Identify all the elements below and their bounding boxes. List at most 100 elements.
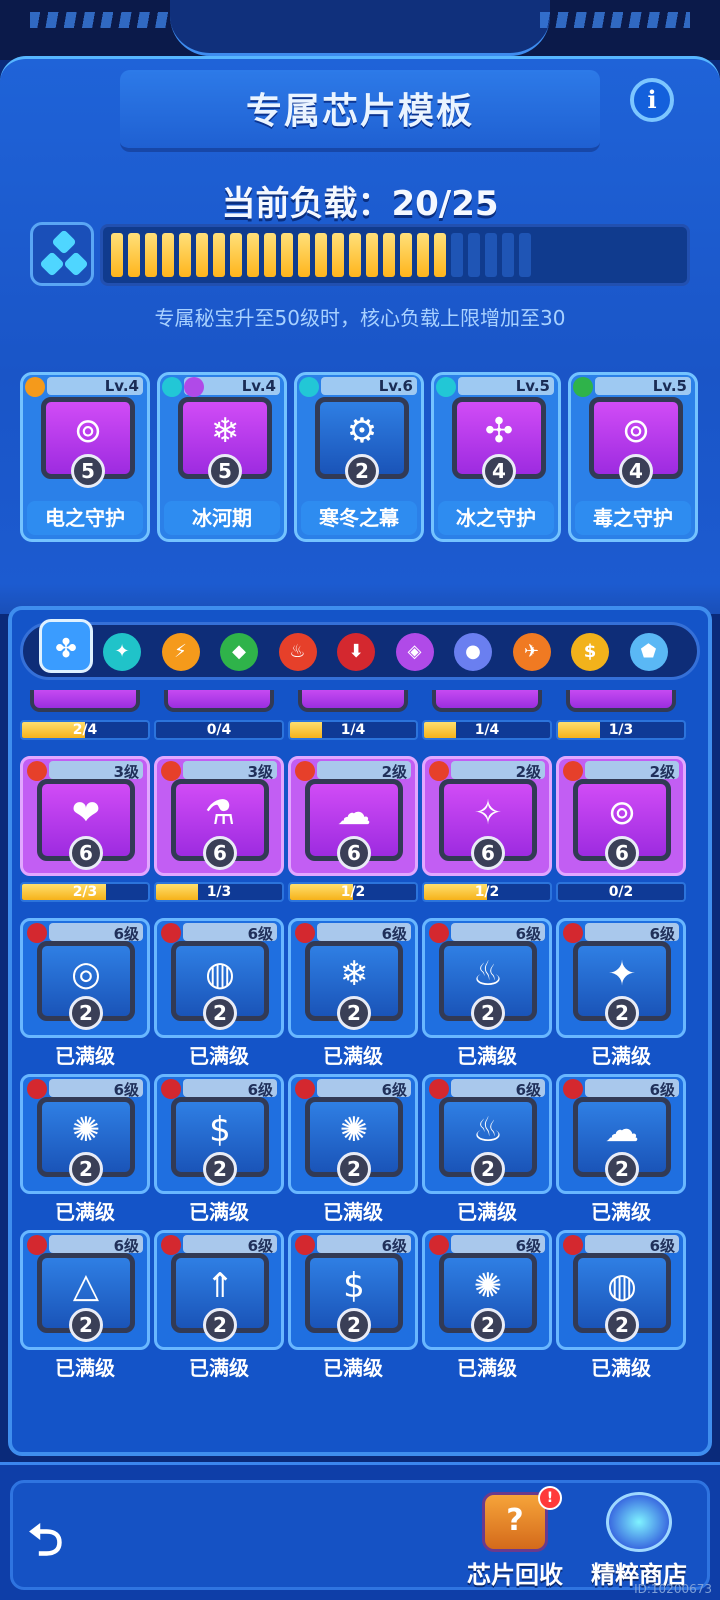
- equipped-chip-card[interactable]: Lv.5 ✣ 4 冰之守护: [431, 372, 561, 542]
- chip-level: Lv.4: [241, 377, 276, 395]
- chip-icon: ◍ 2: [573, 1253, 671, 1342]
- chip-card[interactable]: 6级 ☁ 2: [556, 1074, 686, 1194]
- chip-card[interactable]: 6级 ✺ 2: [20, 1074, 150, 1194]
- chip-card[interactable]: 6级 ⇑ 2: [154, 1230, 284, 1350]
- chip-glyph-icon: ☁: [605, 1110, 639, 1150]
- tab-all-icon[interactable]: ✤: [39, 619, 93, 673]
- element-filter-tabs: ✤ ✦ ⚡ ◆ ♨ ⬇ ◈ ● ✈ $ ⬟: [20, 619, 700, 680]
- chip-card[interactable]: 6级 ✺ 2: [288, 1074, 418, 1194]
- info-button[interactable]: i: [630, 78, 674, 122]
- load-segment: [434, 233, 446, 277]
- tab-rocket-icon[interactable]: ✈: [512, 633, 551, 671]
- tab-arcane-icon[interactable]: ◈: [395, 633, 434, 671]
- chip-card[interactable]: 3级 ❤ 6: [20, 756, 150, 876]
- load-segment: [332, 233, 344, 277]
- maxed-label: 已满级: [189, 1200, 249, 1224]
- equipped-chip-card[interactable]: Lv.4 ❄ 5 冰河期: [157, 372, 287, 542]
- essence-shop-button[interactable]: 精粹商店: [584, 1486, 694, 1590]
- element-icon: [161, 1079, 181, 1099]
- chip-cost: 2: [69, 996, 103, 1030]
- chip-card[interactable]: 6级 ◍ 2: [154, 918, 284, 1038]
- chip-cost: 6: [337, 836, 371, 870]
- chip-cost: 6: [605, 836, 639, 870]
- chip-card[interactable]: 6级 ♨ 2: [422, 1074, 552, 1194]
- element-icon: [429, 923, 449, 943]
- equipped-chip-card[interactable]: Lv.6 ⚙ 2 寒冬之幕: [294, 372, 424, 542]
- element-icon: [161, 923, 181, 943]
- poison-purple-icon: [184, 377, 204, 397]
- upgrade-progress: 1/3: [154, 882, 284, 902]
- chip-card[interactable]: 6级 ✺ 2: [422, 1230, 552, 1350]
- chip-cost: 2: [337, 996, 371, 1030]
- chip-card[interactable]: 6级 $2: [154, 1074, 284, 1194]
- chip-icon: ◍ 2: [171, 941, 269, 1030]
- chip-glyph-icon: ✦: [607, 954, 637, 994]
- chip-card[interactable]: 6级 △ 2: [20, 1230, 150, 1350]
- chip-cost: 2: [337, 1308, 371, 1342]
- tab-coin-icon[interactable]: $: [571, 633, 609, 671]
- tab-fire-icon[interactable]: ♨: [278, 633, 317, 671]
- maxed-label: 已满级: [323, 1356, 383, 1380]
- chip-card[interactable]: 2级 ☁ 6: [288, 756, 418, 876]
- tab-shield-icon[interactable]: ⬟: [629, 633, 668, 671]
- back-arrow-icon[interactable]: ⮌: [28, 1508, 100, 1566]
- load-progress-bar: [100, 224, 690, 286]
- maxed-label: 已满级: [323, 1044, 383, 1068]
- tab-electric-icon[interactable]: ⚡: [161, 633, 200, 671]
- maxed-label: 已满级: [189, 1044, 249, 1068]
- tab-frost-orb-icon[interactable]: ●: [454, 633, 492, 671]
- chip-glyph-icon: ◍: [205, 954, 235, 994]
- chip-glyph-icon: ☁: [337, 792, 371, 833]
- tab-poison-icon[interactable]: ◆: [220, 633, 258, 671]
- chip-card[interactable]: 2级 ⊚ 6: [556, 756, 686, 876]
- load-segment: [128, 233, 140, 277]
- chip-cost: 2: [605, 996, 639, 1030]
- chip-recycle-button[interactable]: ? ! 芯片回收: [460, 1486, 570, 1590]
- element-icon: [563, 923, 583, 943]
- tab-blood-icon[interactable]: ⬇: [337, 633, 375, 671]
- alert-badge: !: [538, 1486, 562, 1510]
- chip-glyph-icon: $: [209, 1110, 231, 1150]
- chip-level: Lv.4: [104, 377, 139, 395]
- hexagon-cluster-icon: [30, 222, 94, 286]
- chip-card[interactable]: 6级 ✦ 2: [556, 918, 686, 1038]
- maxed-label: 已满级: [55, 1200, 115, 1224]
- chip-cost: 2: [69, 1308, 103, 1342]
- element-icon: [563, 1079, 583, 1099]
- chip-icon: ✺ 2: [305, 1097, 403, 1186]
- chip-icon: ❄ 2: [305, 941, 403, 1030]
- chip-glyph-icon: ✧: [473, 792, 503, 833]
- upgrade-progress: 1/2: [422, 882, 552, 902]
- chip-card-partial[interactable]: [164, 690, 274, 712]
- chip-card[interactable]: 2级 ✧ 6: [422, 756, 552, 876]
- chip-name: 寒冬之幕: [301, 501, 417, 535]
- chip-glyph-icon: ◍: [607, 1266, 637, 1306]
- chip-card[interactable]: 6级 ❄ 2: [288, 918, 418, 1038]
- chip-card[interactable]: 6级 ◎ 2: [20, 918, 150, 1038]
- chip-card-partial[interactable]: [298, 690, 408, 712]
- equipped-chip-card[interactable]: Lv.4 ⊚ 5 电之守护: [20, 372, 150, 542]
- chip-card[interactable]: 3级 ⚗ 6: [154, 756, 284, 876]
- chip-glyph-icon: ❄: [339, 954, 369, 994]
- load-segment: [179, 233, 191, 277]
- tab-ice-icon[interactable]: ✦: [103, 633, 141, 671]
- equipped-chip-card[interactable]: Lv.5 ⊚ 4 毒之守护: [568, 372, 698, 542]
- element-icon: [161, 1235, 181, 1255]
- chip-card[interactable]: 6级 $2: [288, 1230, 418, 1350]
- chip-icon: ⚗ 6: [171, 779, 269, 870]
- chip-icon: ✺ 2: [439, 1253, 537, 1342]
- chip-icon: ♨ 2: [439, 941, 537, 1030]
- chip-card-partial[interactable]: [432, 690, 542, 712]
- progress-text: 1/2: [474, 884, 500, 900]
- progress-text: 1/4: [474, 722, 500, 738]
- chip-cost: 2: [471, 1308, 505, 1342]
- chip-glyph-icon: $: [343, 1266, 365, 1306]
- chip-icon: ❄ 5: [178, 397, 272, 488]
- chip-card[interactable]: 6级 ♨ 2: [422, 918, 552, 1038]
- chip-card-partial[interactable]: [566, 690, 676, 712]
- chip-card-partial[interactable]: [30, 690, 140, 712]
- chip-card[interactable]: 6级 ◍ 2: [556, 1230, 686, 1350]
- chip-name: 冰河期: [164, 501, 280, 535]
- chip-icon: ✧ 6: [439, 779, 537, 870]
- chip-level: Lv.6: [378, 377, 413, 395]
